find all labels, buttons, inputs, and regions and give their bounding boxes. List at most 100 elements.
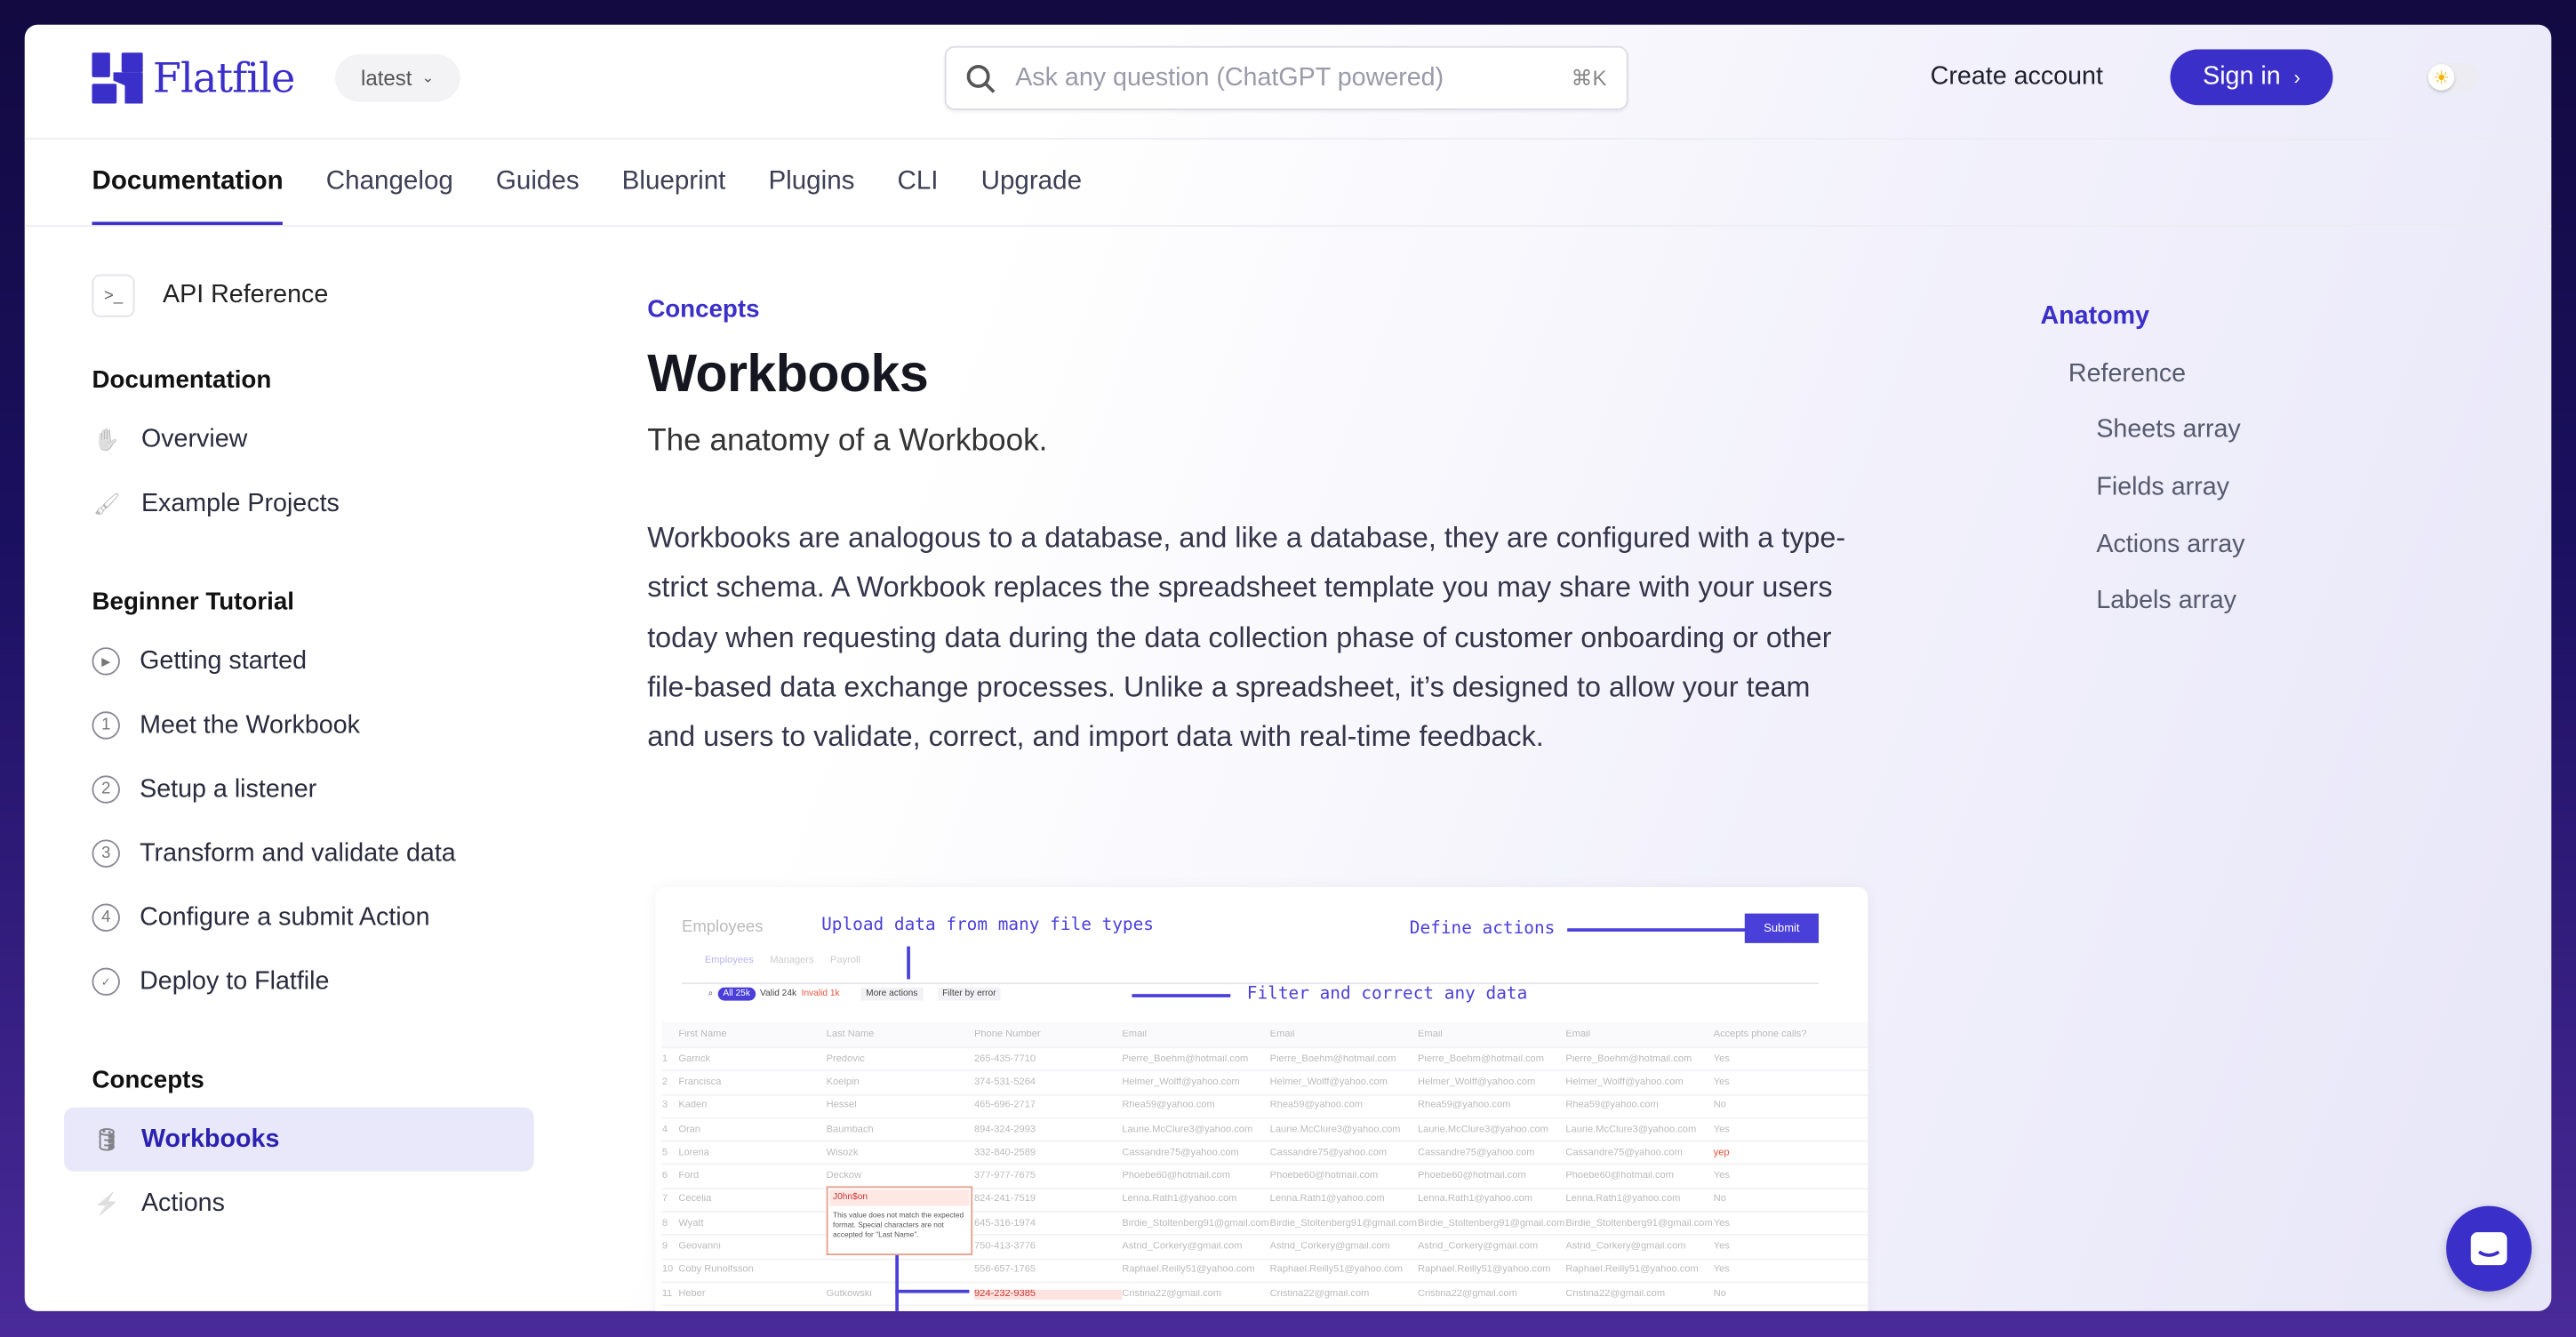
sign-in-button[interactable]: Sign in › xyxy=(2170,49,2333,106)
tab-documentation[interactable]: Documentation xyxy=(92,140,284,226)
toc-item-actions-array[interactable]: Actions array xyxy=(2096,529,2244,586)
table-cell: Kaden xyxy=(678,1101,708,1111)
toc-item-anatomy[interactable]: Anatomy xyxy=(2040,300,2244,357)
flatfile-logo[interactable]: Flatfile xyxy=(92,52,295,104)
table-cell: Phoebe60@hotmail.com xyxy=(1565,1172,1674,1182)
table-cell: Helmer_Wolff@yahoo.com xyxy=(1418,1077,1536,1088)
table-cell: Oran xyxy=(678,1125,700,1135)
table-cell: Laurie.McClure3@yahoo.com xyxy=(1269,1125,1401,1135)
tab-plugins[interactable]: Plugins xyxy=(768,140,854,225)
table-row: 10 Coby Runolfsson 556-657-1765 Raphael.Rei… xyxy=(661,1260,1868,1284)
table-cell: 374-531-5264 xyxy=(973,1077,1036,1088)
filter-valid: Valid 24k xyxy=(760,989,797,999)
table-cell: Deckow xyxy=(826,1172,862,1182)
table-cell: 8 xyxy=(661,1218,668,1229)
table-cell: Yes xyxy=(1713,1172,1730,1182)
theme-toggle[interactable]: ☀ xyxy=(2426,62,2479,92)
table-cell: Koelpin xyxy=(826,1077,860,1088)
create-account-link[interactable]: Create account xyxy=(1931,62,2103,92)
table-cell: Birdie_Stoltenberg91@gmail.com xyxy=(1269,1218,1418,1229)
filter-by-error: Filter by error xyxy=(937,987,1002,1001)
sidebar-item-setup-a-listener[interactable]: 2 Setup a listener xyxy=(92,757,536,821)
version-selector[interactable]: latest ⌄ xyxy=(335,53,460,102)
table-cell: Helmer_Wolff@yahoo.com xyxy=(1269,1077,1388,1088)
toc-item-fields-array[interactable]: Fields array xyxy=(2096,472,2244,529)
table-cell: Phoebe60@hotmail.com xyxy=(1269,1172,1379,1182)
arrow-line xyxy=(895,1255,899,1311)
sidebar: >_ API Reference Documentation ✋ Overview 🖌 E… xyxy=(64,271,536,1236)
table-cell: Rhea59@yahoo.com xyxy=(1269,1101,1364,1111)
table-cell: Raphael.Reilly51@yahoo.com xyxy=(1565,1265,1699,1276)
table-cell: 4 xyxy=(661,1125,668,1135)
sidebar-item-meet-the-workbook[interactable]: 1 Meet the Workbook xyxy=(92,693,536,757)
tab-guides[interactable]: Guides xyxy=(496,140,580,225)
table-cell: Lorena xyxy=(678,1148,709,1158)
sidebar-item-deploy-to-flatfile[interactable]: ✓ Deploy to Flatfile xyxy=(92,949,536,1013)
table-cell: Lenna.Rath1@yahoo.com xyxy=(1269,1195,1385,1205)
sheet-title: Employees xyxy=(682,918,764,937)
sheet-tab: Managers xyxy=(770,956,814,966)
sidebar-section-title: Documentation xyxy=(92,366,272,395)
table-cell: 924-232-9385 xyxy=(973,1289,1123,1300)
workbook-anatomy-image: Employees Upload data from many file typ… xyxy=(655,887,1868,1311)
filter-invalid: Invalid 1k xyxy=(801,989,840,999)
table-cell: Pierre_Boehm@hotmail.com xyxy=(1565,1053,1692,1064)
sidebar-item-workbooks[interactable]: 🛢 Workbooks xyxy=(64,1107,534,1172)
step-2-icon: 2 xyxy=(92,775,120,804)
error-message: This value does not match the expected f… xyxy=(833,1211,964,1239)
table-cell: 10 xyxy=(661,1265,674,1276)
table-cell: Rhea59@yahoo.com xyxy=(1565,1101,1659,1111)
step-4-icon: 4 xyxy=(92,903,120,932)
sidebar-item-api-reference[interactable]: >_ API Reference xyxy=(92,271,536,320)
sidebar-item-getting-started[interactable]: ▶ Getting started xyxy=(92,629,536,693)
annotation-upload: Upload data from many file types xyxy=(821,915,1154,935)
table-cell: Laurie.McClure3@yahoo.com xyxy=(1418,1125,1548,1135)
wave-hand-icon: ✋ xyxy=(93,426,121,452)
table-cell: No xyxy=(1713,1195,1726,1205)
toc-item-sheets-array[interactable]: Sheets array xyxy=(2096,414,2244,471)
flatfile-logo-icon xyxy=(92,52,143,104)
sidebar-item-overview[interactable]: ✋ Overview xyxy=(92,407,536,471)
table-cell: Cristina22@gmail.com xyxy=(1418,1289,1517,1300)
step-3-icon: 3 xyxy=(92,839,120,868)
table-cell: Yes xyxy=(1713,1242,1730,1253)
toc-item-reference[interactable]: Reference xyxy=(2068,357,2245,414)
sidebar-item-transform-and-validate-data[interactable]: 3 Transform and validate data xyxy=(92,821,536,885)
table-row: 3 Kaden Hessel 465-696-2717 Rhea59@yahoo.com… xyxy=(661,1095,1868,1119)
tab-cli[interactable]: CLI xyxy=(898,140,939,225)
sidebar-item-label: API Reference xyxy=(162,281,329,309)
tab-upgrade[interactable]: Upgrade xyxy=(981,140,1082,225)
search-box[interactable]: ⌘K xyxy=(944,45,1628,110)
search-input[interactable] xyxy=(1015,63,1572,93)
check-circle-icon: ✓ xyxy=(92,967,120,997)
sidebar-item-label: Getting started xyxy=(140,646,308,675)
sidebar-item-example-projects[interactable]: 🖌 Example Projects xyxy=(92,471,536,535)
error-tooltip: J0hn$on This value does not match the ex… xyxy=(826,1186,973,1256)
table-cell: Geovanni xyxy=(678,1242,721,1253)
sidebar-item-configure-a-submit-action[interactable]: 4 Configure a submit Action xyxy=(92,885,536,949)
search-icon: ⌕ xyxy=(708,988,714,998)
table-cell: 377-977-7675 xyxy=(973,1172,1036,1182)
table-cell: No xyxy=(1713,1289,1726,1300)
table-cell: Raphael.Reilly51@yahoo.com xyxy=(1122,1265,1255,1276)
toc-item-labels-array[interactable]: Labels array xyxy=(2096,586,2244,643)
breadcrumb[interactable]: Concepts xyxy=(647,296,1863,324)
annotation-filter: Filter and correct any data xyxy=(1246,984,1528,1005)
chat-button[interactable] xyxy=(2445,1205,2532,1292)
tab-changelog[interactable]: Changelog xyxy=(326,140,453,225)
table-cell: Cristina22@gmail.com xyxy=(1269,1289,1370,1300)
chevron-right-icon: › xyxy=(2293,65,2300,89)
column-header: Email xyxy=(1122,1029,1148,1039)
table-row: 5 Lorena Wisozk 332-840-2589 Cassandre75@yah… xyxy=(661,1142,1868,1166)
sidebar-item-label: Transform and validate data xyxy=(140,838,456,867)
table-cell: Phoebe60@hotmail.com xyxy=(1418,1172,1526,1182)
bolt-icon: ⚡ xyxy=(93,1190,121,1215)
data-table: First Name Last Name Phone Number Email Emai… xyxy=(661,1021,1868,1307)
tab-blueprint[interactable]: Blueprint xyxy=(622,140,726,225)
table-cell: Yes xyxy=(1713,1265,1730,1276)
sidebar-item-actions[interactable]: ⚡ Actions xyxy=(92,1172,536,1236)
nav-tabs: Documentation Changelog Guides Blueprint Plu… xyxy=(92,140,1082,226)
table-cell: Raphael.Reilly51@yahoo.com xyxy=(1269,1265,1404,1276)
sheet-tab: Employees xyxy=(704,956,754,966)
sidebar-item-label: Workbooks xyxy=(140,1125,280,1153)
